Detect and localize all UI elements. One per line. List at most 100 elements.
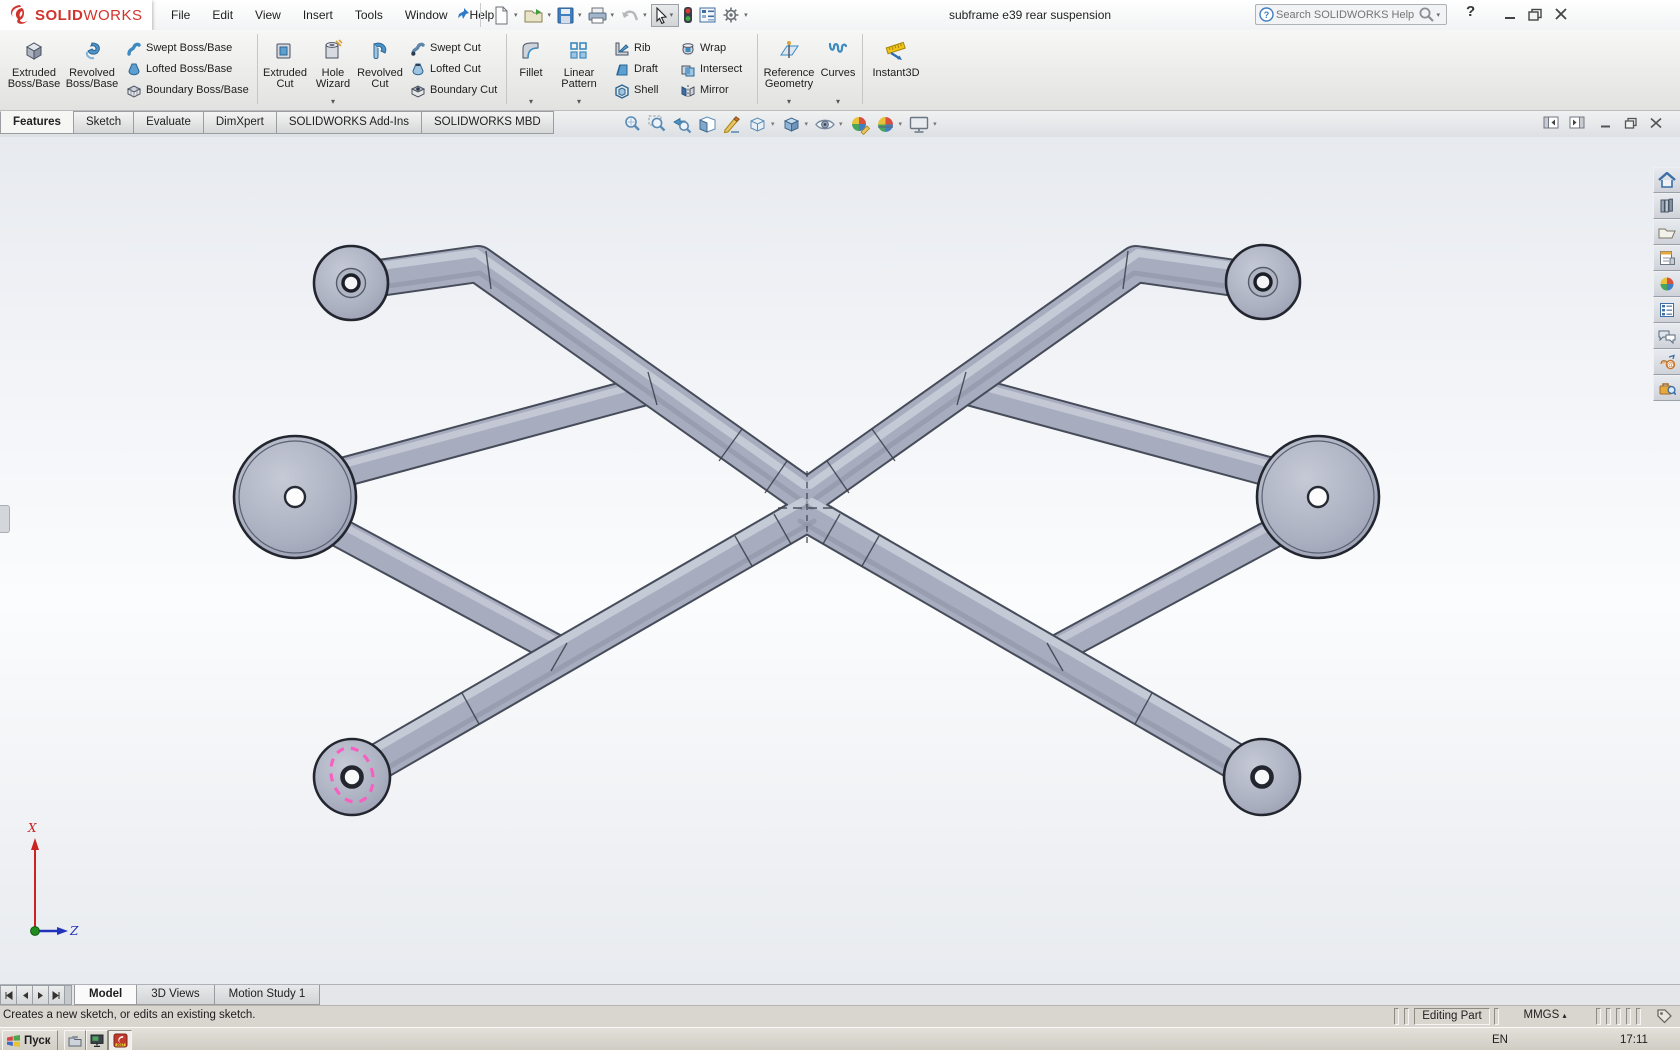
file-explorer-tab[interactable] [1653, 219, 1680, 245]
shell-button[interactable]: Shell [612, 81, 670, 100]
dropdown-arrow-icon[interactable]: ▾ [839, 120, 843, 128]
tab-solidworks-addins[interactable]: SOLIDWORKS Add-Ins [276, 111, 422, 134]
linear-pattern-button[interactable]: Linear Pattern ▾ [553, 32, 605, 106]
first-tab-button[interactable] [0, 985, 17, 1005]
hole-wizard-button[interactable]: Hole Wizard ▾ [310, 32, 356, 106]
maximize-button[interactable] [1527, 8, 1543, 21]
menu-edit[interactable]: Edit [201, 0, 244, 30]
language-indicator[interactable]: EN [1492, 1028, 1508, 1050]
resources-tab[interactable] [1653, 375, 1680, 401]
featuremanager-collapsed-tab[interactable] [0, 505, 10, 533]
dropdown-arrow-icon[interactable]: ▾ [771, 120, 775, 128]
search-icon[interactable] [1418, 6, 1435, 23]
custom-properties-tab[interactable] [1653, 297, 1680, 323]
mount-left-large[interactable] [234, 436, 356, 558]
help-button[interactable]: ? [1466, 3, 1475, 20]
boundary-boss-base-button[interactable]: Boundary Boss/Base [124, 81, 252, 100]
document-restore-icon[interactable] [1624, 117, 1638, 129]
previous-view-icon[interactable] [670, 113, 695, 136]
dropdown-arrow-icon[interactable]: ▾ [933, 120, 937, 128]
lofted-cut-button[interactable]: Lofted Cut [408, 60, 502, 79]
last-tab-button[interactable] [48, 985, 65, 1005]
select-tool-button[interactable]: ▾ [651, 4, 680, 27]
document-minimize-icon[interactable] [1599, 117, 1613, 129]
draft-button[interactable]: Draft [612, 60, 670, 79]
search-input[interactable] [1274, 8, 1418, 22]
revolved-boss-base-button[interactable]: Revolved Boss/Base [64, 32, 120, 106]
section-view-icon[interactable] [695, 113, 720, 136]
graphics-area[interactable]: X Z @ [0, 137, 1680, 984]
view-palette-tab[interactable] [1653, 245, 1680, 271]
display-style-icon[interactable] [779, 113, 804, 136]
units-indicator[interactable]: MMGS ▴ [1510, 1008, 1580, 1023]
mount-right-large[interactable] [1257, 436, 1379, 558]
start-button[interactable]: Пуск [2, 1030, 58, 1050]
extruded-boss-base-button[interactable]: Extruded Boss/Base [6, 32, 62, 106]
dropdown-arrow-icon[interactable]: ▾ [529, 97, 533, 106]
forum-tab[interactable] [1653, 323, 1680, 349]
swept-boss-base-button[interactable]: Swept Boss/Base [124, 39, 252, 58]
menu-file[interactable]: File [160, 0, 201, 30]
rib-button[interactable]: Rib [612, 39, 670, 58]
tab-splitter-handle[interactable] [64, 985, 72, 1005]
dropdown-arrow-icon[interactable]: ▾ [899, 120, 903, 128]
lofted-boss-base-button[interactable]: Lofted Boss/Base [124, 60, 252, 79]
mount-bottom-right[interactable] [1224, 739, 1300, 815]
tab-evaluate[interactable]: Evaluate [133, 111, 204, 134]
close-button[interactable] [1553, 8, 1569, 21]
tab-solidworks-mbd[interactable]: SOLIDWORKS MBD [421, 111, 554, 134]
tab-motion-study-1[interactable]: Motion Study 1 [214, 985, 321, 1005]
tags-icon[interactable] [1656, 1008, 1673, 1024]
dropdown-arrow-icon[interactable]: ▾ [744, 11, 748, 19]
subscription-services-tab[interactable]: @ [1653, 349, 1680, 375]
view-orientation-icon[interactable] [745, 113, 770, 136]
menu-window[interactable]: Window [394, 0, 459, 30]
zoom-area-icon[interactable] [645, 113, 670, 136]
boundary-cut-button[interactable]: Boundary Cut [408, 81, 502, 100]
taskbar-app-button[interactable] [86, 1030, 108, 1050]
instant3d-button[interactable]: Instant3D [866, 32, 926, 106]
home-tab[interactable] [1653, 167, 1680, 193]
clock[interactable]: 17:11 [1620, 1028, 1648, 1050]
mirror-button[interactable]: Mirror [678, 81, 752, 100]
dropdown-arrow-icon[interactable]: ▾ [805, 120, 809, 128]
appearances-tab[interactable] [1653, 271, 1680, 297]
pin-menu-icon[interactable] [455, 6, 471, 22]
wrap-button[interactable]: Wrap [678, 39, 752, 58]
tab-3d-views[interactable]: 3D Views [136, 985, 214, 1005]
dropdown-arrow-icon[interactable]: ▾ [548, 11, 552, 19]
next-tab-button[interactable] [32, 985, 49, 1005]
mount-bottom-left[interactable] [314, 739, 390, 815]
design-library-tab[interactable] [1653, 193, 1680, 219]
dropdown-arrow-icon[interactable]: ▾ [611, 11, 615, 19]
new-document-button[interactable] [491, 4, 512, 27]
menu-insert[interactable]: Insert [292, 0, 344, 30]
pane-right-icon[interactable] [1569, 116, 1585, 129]
dropdown-arrow-icon[interactable]: ▾ [514, 11, 518, 19]
hide-show-items-icon[interactable] [812, 113, 838, 136]
traffic-light-icon[interactable] [681, 4, 695, 26]
document-close-icon[interactable] [1649, 117, 1663, 129]
print-button[interactable] [586, 5, 609, 26]
mount-top-left[interactable] [314, 246, 388, 320]
save-button[interactable] [555, 5, 576, 26]
minimize-button[interactable] [1502, 8, 1518, 21]
open-button[interactable] [522, 5, 546, 26]
reference-geometry-button[interactable]: Reference Geometry ▾ [762, 32, 816, 106]
dropdown-arrow-icon[interactable]: ▾ [577, 97, 581, 106]
dropdown-arrow-icon[interactable]: ▾ [331, 97, 335, 106]
dropdown-arrow-icon[interactable]: ▾ [578, 11, 582, 19]
revolved-cut-button[interactable]: Revolved Cut [356, 32, 404, 106]
view-settings-icon[interactable] [906, 113, 932, 136]
dropdown-arrow-icon[interactable]: ▾ [787, 97, 791, 106]
tab-model[interactable]: Model [74, 985, 137, 1005]
units-dropdown-arrow-icon[interactable]: ▴ [1562, 1011, 1566, 1020]
options-list-icon[interactable] [697, 5, 718, 25]
apply-scene-icon[interactable] [873, 113, 898, 136]
curves-button[interactable]: Curves ▾ [818, 32, 858, 106]
subframe-model[interactable] [0, 137, 1680, 984]
menu-view[interactable]: View [244, 0, 292, 30]
menu-tools[interactable]: Tools [344, 0, 394, 30]
taskbar-solidworks-button[interactable]: 2017 [108, 1030, 132, 1050]
intersect-button[interactable]: Intersect [678, 60, 752, 79]
